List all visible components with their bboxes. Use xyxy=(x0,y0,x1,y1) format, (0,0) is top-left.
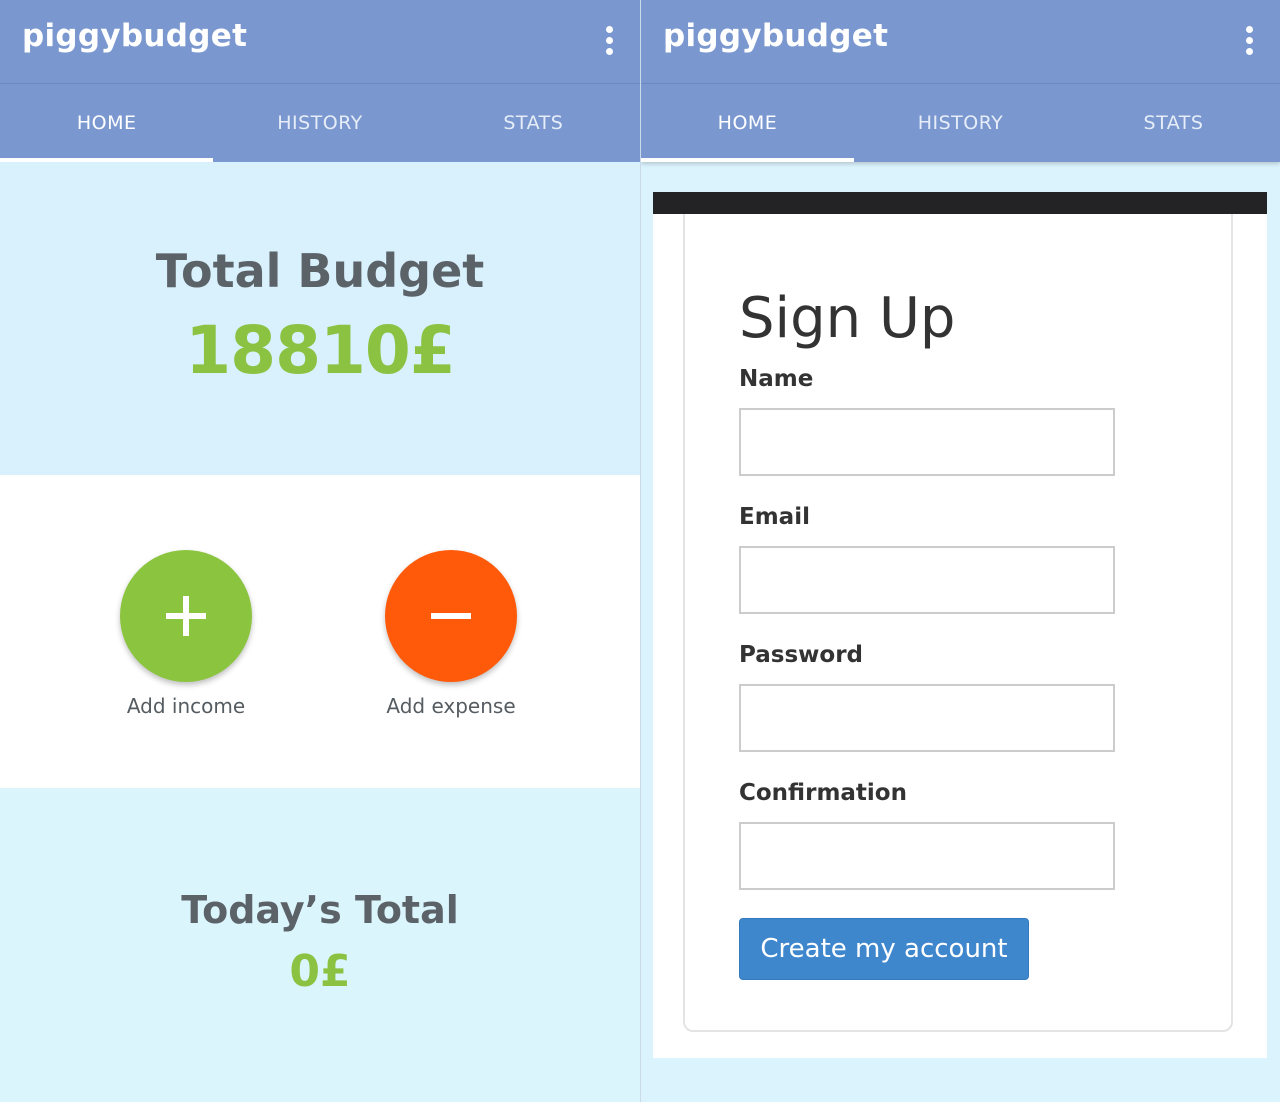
add-income-label: Add income xyxy=(126,694,246,718)
total-budget-label: Total Budget xyxy=(155,244,485,298)
add-income-action: Add income xyxy=(96,550,276,718)
create-account-button[interactable]: Create my account xyxy=(739,918,1029,980)
signup-title: Sign Up xyxy=(739,286,956,351)
todays-total-panel: Today’s Total 0£ xyxy=(0,788,640,1102)
add-income-button[interactable] xyxy=(120,550,252,682)
tab-history[interactable]: HISTORY xyxy=(213,84,426,162)
email-input[interactable] xyxy=(739,546,1115,614)
actions-panel: Add income Add expense xyxy=(0,475,640,788)
tab-bar: HOME HISTORY STATS xyxy=(641,84,1280,162)
email-label: Email xyxy=(739,504,810,530)
confirmation-label: Confirmation xyxy=(739,780,907,806)
tab-stats[interactable]: STATS xyxy=(427,84,640,162)
todays-total-value: 0£ xyxy=(289,946,351,997)
app-title: piggybudget xyxy=(22,18,248,54)
signup-screen: piggybudget HOME HISTORY STATS Sign Up N… xyxy=(640,0,1280,1102)
app-bar: piggybudget xyxy=(0,0,640,84)
signup-card: Sign Up Name Email Password Confirmation… xyxy=(683,214,1233,1032)
todays-total-label: Today’s Total xyxy=(181,888,459,932)
more-vert-icon[interactable] xyxy=(602,26,616,58)
app-bar: piggybudget xyxy=(641,0,1280,84)
tab-home[interactable]: HOME xyxy=(0,84,214,162)
add-expense-button[interactable] xyxy=(385,550,517,682)
home-screen: piggybudget HOME HISTORY STATS Total Bud… xyxy=(0,0,640,1102)
webview-top-bar xyxy=(653,192,1267,214)
add-expense-label: Add expense xyxy=(386,694,516,718)
total-budget-panel: Total Budget 18810£ xyxy=(0,162,640,475)
tab-stats[interactable]: STATS xyxy=(1067,84,1280,162)
tab-home[interactable]: HOME xyxy=(641,84,854,162)
app-title: piggybudget xyxy=(663,18,889,54)
add-expense-action: Add expense xyxy=(361,550,541,718)
confirmation-input[interactable] xyxy=(739,822,1115,890)
screens-container: piggybudget HOME HISTORY STATS Total Bud… xyxy=(0,0,1280,1102)
tab-bar: HOME HISTORY STATS xyxy=(0,84,640,162)
password-input[interactable] xyxy=(739,684,1115,752)
tab-history[interactable]: HISTORY xyxy=(854,84,1067,162)
more-vert-icon[interactable] xyxy=(1242,26,1256,58)
total-budget-value: 18810£ xyxy=(185,312,456,389)
name-label: Name xyxy=(739,366,814,392)
password-label: Password xyxy=(739,642,863,668)
minus-icon xyxy=(431,613,471,619)
signup-webview: Sign Up Name Email Password Confirmation… xyxy=(653,192,1267,1058)
name-input[interactable] xyxy=(739,408,1115,476)
